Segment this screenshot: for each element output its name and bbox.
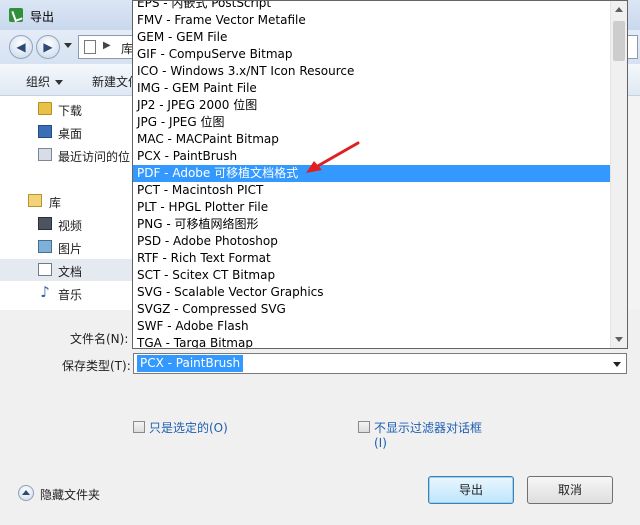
- no-filter-dialog-checkbox[interactable]: [358, 421, 370, 433]
- nav-item-desktop[interactable]: 桌面: [0, 121, 134, 143]
- dropdown-option[interactable]: MAC - MACPaint Bitmap: [133, 131, 611, 148]
- dropdown-option[interactable]: EPS - 内嵌式 PostScript: [133, 1, 611, 12]
- downloads-folder-icon: [38, 102, 52, 115]
- dropdown-option[interactable]: ICO - Windows 3.x/NT Icon Resource: [133, 63, 611, 80]
- nav-item-documents[interactable]: 文档: [0, 259, 134, 281]
- dropdown-option[interactable]: GIF - CompuServe Bitmap: [133, 46, 611, 63]
- nav-item-recent[interactable]: 最近访问的位: [0, 144, 134, 166]
- recent-places-icon: [38, 148, 52, 161]
- dropdown-option[interactable]: SCT - Scitex CT Bitmap: [133, 267, 611, 284]
- scroll-thumb[interactable]: [613, 21, 625, 61]
- savetype-label: 保存类型(T):: [62, 359, 131, 373]
- navigation-pane: 下载 桌面 最近访问的位 库 视频 图片 文档 ♪ 音乐: [0, 96, 134, 310]
- app-icon: [9, 8, 23, 22]
- savetype-dropdown-list[interactable]: EPS - 内嵌式 PostScript FMV - Frame Vector M…: [132, 0, 628, 349]
- nav-item-library[interactable]: 库: [0, 190, 134, 212]
- nav-item-label: 桌面: [58, 127, 83, 141]
- savetype-value: PCX - PaintBrush: [137, 355, 244, 372]
- chevron-up-icon: [18, 485, 34, 501]
- dropdown-scrollbar[interactable]: [610, 1, 627, 348]
- nav-item-videos[interactable]: 视频: [0, 213, 134, 235]
- nav-item-label: 文档: [58, 265, 83, 279]
- cancel-button[interactable]: 取消: [527, 476, 613, 504]
- scroll-down-icon[interactable]: [615, 337, 623, 342]
- export-button[interactable]: 导出: [428, 476, 514, 504]
- back-button[interactable]: ◀: [9, 35, 33, 59]
- red-arrow-annotation: [306, 141, 360, 173]
- dropdown-option[interactable]: TGA - Targa Bitmap: [133, 335, 611, 348]
- dropdown-option[interactable]: SWF - Adobe Flash: [133, 318, 611, 335]
- scroll-up-icon[interactable]: [615, 7, 623, 12]
- file-list-scrollbar[interactable]: [628, 96, 640, 310]
- organize-button[interactable]: 组织: [26, 73, 63, 90]
- nav-item-pictures[interactable]: 图片: [0, 236, 134, 258]
- no-filter-dialog-shortcut[interactable]: (I): [374, 436, 387, 450]
- dropdown-option[interactable]: PCX - PaintBrush: [133, 148, 611, 165]
- picture-icon: [38, 240, 52, 253]
- nav-item-downloads[interactable]: 下载: [0, 98, 134, 120]
- location-icon: [84, 40, 96, 54]
- nav-item-label: 最近访问的位: [58, 150, 131, 164]
- dropdown-option[interactable]: PCT - Macintosh PICT: [133, 182, 611, 199]
- dropdown-option[interactable]: PSD - Adobe Photoshop: [133, 233, 611, 250]
- nav-item-music[interactable]: ♪ 音乐: [0, 282, 134, 304]
- hide-folders-label: 隐藏文件夹: [40, 488, 101, 502]
- dropdown-option[interactable]: PNG - 可移植网络图形: [133, 216, 611, 233]
- document-icon: [38, 263, 52, 276]
- nav-item-label: 图片: [58, 242, 83, 256]
- breadcrumb-separator-icon[interactable]: ▶: [103, 40, 111, 51]
- nav-item-label: 音乐: [58, 288, 83, 302]
- selected-only-label[interactable]: 只是选定的(O): [149, 419, 228, 436]
- dropdown-option[interactable]: IMG - GEM Paint File: [133, 80, 611, 97]
- music-note-icon: ♪: [40, 283, 50, 301]
- dropdown-option[interactable]: JP2 - JPEG 2000 位图: [133, 97, 611, 114]
- recent-locations-dropdown-icon[interactable]: [64, 43, 72, 48]
- selected-only-checkbox[interactable]: [133, 421, 145, 433]
- dropdown-option[interactable]: PLT - HPGL Plotter File: [133, 199, 611, 216]
- filename-label: 文件名(N):: [70, 332, 129, 346]
- no-filter-dialog-label[interactable]: 不显示过滤器对话框: [374, 419, 482, 436]
- dropdown-option[interactable]: SVG - Scalable Vector Graphics: [133, 284, 611, 301]
- savetype-select[interactable]: PCX - PaintBrush: [133, 353, 627, 374]
- window-title: 导出: [30, 10, 55, 24]
- dropdown-option[interactable]: PDF - Adobe 可移植文档格式: [133, 165, 611, 182]
- chevron-down-icon[interactable]: [613, 362, 621, 367]
- forward-button[interactable]: ▶: [36, 35, 60, 59]
- dropdown-option[interactable]: FMV - Frame Vector Metafile: [133, 12, 611, 29]
- desktop-icon: [38, 125, 52, 138]
- nav-item-label: 下载: [58, 104, 83, 118]
- dropdown-option[interactable]: JPG - JPEG 位图: [133, 114, 611, 131]
- dropdown-option[interactable]: GEM - GEM File: [133, 29, 611, 46]
- nav-item-label: 视频: [58, 219, 83, 233]
- dropdown-option[interactable]: RTF - Rich Text Format: [133, 250, 611, 267]
- video-icon: [38, 217, 52, 230]
- library-icon: [28, 194, 42, 207]
- nav-item-label: 库: [49, 196, 62, 210]
- dropdown-option[interactable]: SVGZ - Compressed SVG: [133, 301, 611, 318]
